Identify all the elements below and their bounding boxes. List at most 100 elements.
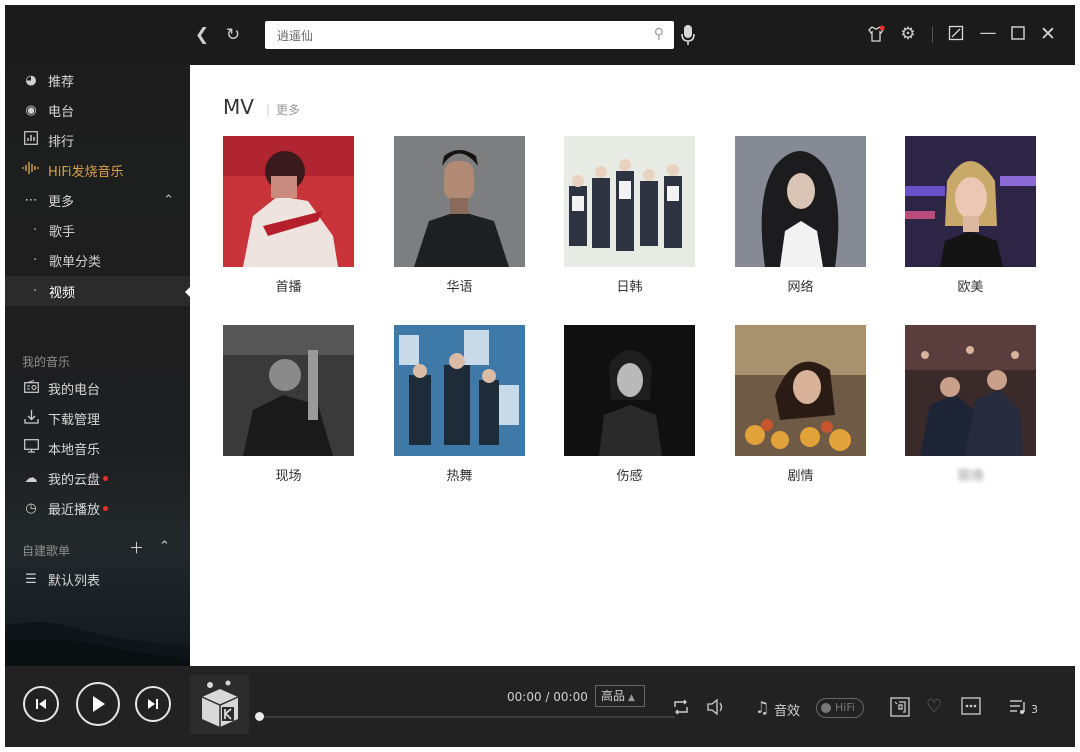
play-button[interactable] [76, 682, 120, 726]
heart-icon[interactable]: ♡ [926, 697, 942, 717]
mv-thumbnail[interactable] [905, 136, 1036, 267]
lyrics-icon[interactable] [890, 697, 910, 722]
play-time: 00:00 / 00:00 [507, 690, 588, 704]
more-dots-icon: ⋯ [24, 192, 38, 208]
mv-thumbnail[interactable] [564, 325, 695, 456]
mv-card-label: 首播 [275, 280, 302, 295]
sidebar-item-label: 我的云盘 [48, 472, 101, 488]
repeat-icon[interactable] [672, 698, 690, 721]
mv-card-label: 欧美 [957, 280, 984, 295]
mini-mode-icon[interactable] [945, 25, 967, 46]
mv-thumbnail[interactable] [735, 325, 866, 456]
previous-button[interactable] [23, 686, 59, 722]
close-icon[interactable]: ✕ [1037, 24, 1059, 44]
chevron-up-icon[interactable]: ⌃ [159, 539, 170, 554]
maximize-icon[interactable] [1007, 25, 1029, 45]
disc-icon: ◕ [25, 72, 37, 88]
mv-card[interactable]: 网络 [735, 136, 866, 295]
bullet-dot: · [33, 222, 38, 238]
microphone-icon[interactable] [677, 24, 699, 51]
chevron-up-icon: ▲ [628, 693, 635, 703]
mv-thumbnail[interactable] [905, 325, 1036, 456]
playlist-queue-icon[interactable] [1009, 698, 1029, 721]
sidebar-item-radio[interactable]: ◉ 电台 [5, 95, 190, 125]
download-icon [22, 409, 40, 428]
minimize-icon[interactable]: — [977, 23, 999, 43]
search-input[interactable] [265, 21, 625, 49]
more-link[interactable]: | 更多 [266, 101, 300, 118]
sidebar-item-label: 歌手 [49, 224, 76, 240]
mv-thumbnail[interactable] [223, 136, 354, 267]
sidebar-item-label: 歌单分类 [49, 254, 102, 270]
playlists-heading: 自建歌单 [22, 544, 71, 558]
radio-box-icon [22, 379, 40, 397]
list-icon: ☰ [25, 571, 37, 587]
mv-card[interactable]: 热舞 [394, 325, 525, 484]
mv-card[interactable]: 剧情 [735, 325, 866, 484]
sidebar-item-label: 更多 [48, 194, 75, 210]
mv-thumbnail[interactable] [735, 136, 866, 267]
progress-knob[interactable] [255, 712, 264, 721]
cloud-icon: ☁ [24, 470, 38, 486]
mv-thumbnail[interactable] [564, 136, 695, 267]
sidebar-item-my-radio[interactable]: 我的电台 [5, 373, 190, 403]
sidebar-item-more[interactable]: ⋯ 更多 ⌃ [5, 185, 190, 215]
skip-previous-icon [36, 699, 46, 709]
progress-bar[interactable] [255, 712, 675, 721]
sidebar-item-label: 视频 [49, 285, 76, 301]
music-note-icon[interactable]: ♫ [755, 698, 769, 718]
mv-card[interactable]: 日韩 [564, 136, 695, 295]
skip-next-icon [148, 699, 158, 709]
sidebar: ◕ 推荐 ◉ 电台 排行 HiFi发烧音乐 ⋯ 更多 ⌃ · 歌手 · 歌单分类 · 视频 [5, 65, 190, 666]
sidebar-item-video[interactable]: · 视频 [5, 276, 190, 306]
back-icon[interactable]: ❮ [191, 25, 213, 45]
volume-icon[interactable] [706, 698, 726, 721]
more-options-icon[interactable] [961, 697, 981, 720]
radio-icon: ◉ [25, 102, 37, 118]
player-bar: 00:00 / 00:00 高品 ▲ ♫ 音效 HiFi ♡ 3 [5, 666, 1075, 747]
sidebar-item-hifi[interactable]: HiFi发烧音乐 [5, 155, 190, 185]
monitor-icon [22, 439, 40, 457]
refresh-icon[interactable]: ↻ [222, 25, 244, 45]
soundwave-icon [22, 161, 40, 179]
mv-thumbnail[interactable] [394, 325, 525, 456]
toggle-knob [821, 703, 831, 713]
album-cover[interactable] [190, 675, 249, 734]
mv-thumbnail[interactable] [394, 136, 525, 267]
mv-card[interactable]: 伤感 [564, 325, 695, 484]
kuwo-logo-icon [201, 680, 239, 727]
mv-card[interactable]: 现场 [905, 325, 1036, 484]
sidebar-item-label: 最近播放 [48, 502, 101, 518]
skin-shirt-icon[interactable] [865, 25, 887, 48]
mv-card-label: 网络 [787, 280, 814, 295]
queue-count: 3 [1031, 703, 1038, 716]
more-link-label: 更多 [276, 103, 301, 117]
mv-card[interactable]: 首播 [223, 136, 354, 295]
sidebar-item-singers[interactable]: · 歌手 [5, 215, 190, 245]
chart-icon [22, 131, 40, 149]
quality-select[interactable]: 高品 ▲ [595, 685, 645, 707]
sidebar-item-label: 本地音乐 [48, 442, 101, 458]
sidebar-item-recommend[interactable]: ◕ 推荐 [5, 65, 190, 95]
hifi-toggle-label: HiFi [835, 701, 855, 714]
sidebar-item-cloud[interactable]: ☁ 我的云盘 [5, 463, 190, 493]
search-icon[interactable]: ⚲ [654, 26, 664, 42]
sidebar-item-local-music[interactable]: 本地音乐 [5, 433, 190, 463]
notification-dot [103, 475, 109, 481]
sound-effects-label[interactable]: 音效 [774, 700, 800, 719]
sidebar-item-downloads[interactable]: 下载管理 [5, 403, 190, 433]
sidebar-item-recent[interactable]: ◷ 最近播放 [5, 493, 190, 523]
settings-gear-icon[interactable]: ⚙ [897, 24, 919, 44]
quality-value: 高品 [601, 689, 626, 703]
chevron-up-icon[interactable]: ⌃ [163, 193, 174, 208]
sidebar-item-playlist-categories[interactable]: · 歌单分类 [5, 245, 190, 275]
hifi-toggle[interactable]: HiFi [816, 698, 864, 718]
sidebar-item-label: 推荐 [48, 74, 75, 90]
add-playlist-icon[interactable]: ＋ [129, 537, 144, 558]
next-button[interactable] [135, 686, 171, 722]
sidebar-item-ranking[interactable]: 排行 [5, 125, 190, 155]
mv-card[interactable]: 现场 [223, 325, 354, 484]
mv-card[interactable]: 华语 [394, 136, 525, 295]
mv-card[interactable]: 欧美 [905, 136, 1036, 295]
mv-thumbnail[interactable] [223, 325, 354, 456]
